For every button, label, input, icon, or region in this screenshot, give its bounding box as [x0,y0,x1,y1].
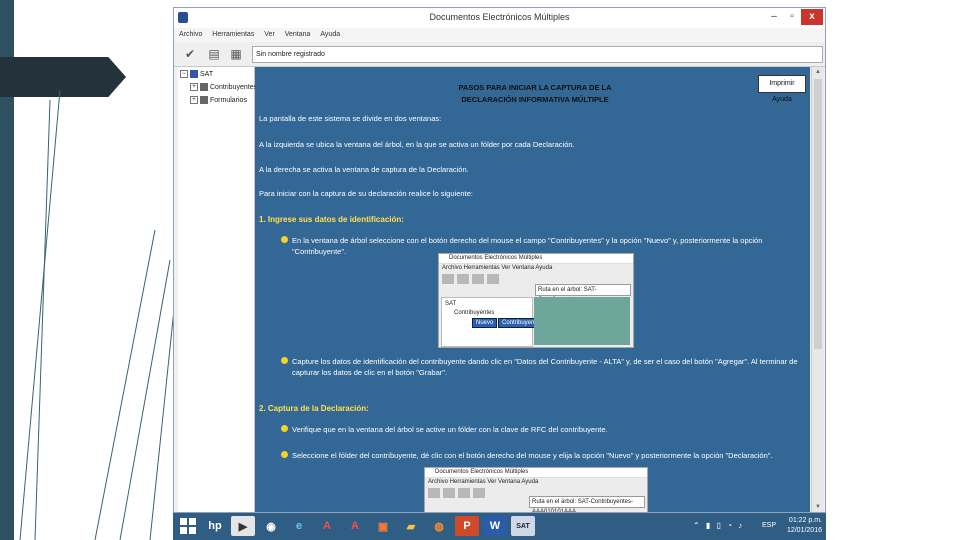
bullet-icon [281,236,288,243]
check-icon[interactable]: ✔ [180,45,200,63]
windows-logo-icon [180,518,196,534]
bullet-item: Capture los datos de identificación del … [281,356,801,378]
heading-line-2: DECLARACIÓN INFORMATIVA MÚLTIPLE [461,95,609,104]
shot-address: Ruta en el árbol: SAT-Contribuyentes-AAA… [529,496,645,512]
acrobat-icon[interactable]: A [315,516,339,536]
bullet-item: Seleccione el fólder del contribuyente, … [281,450,801,461]
shot-title: Documentos Electrónicos Múltiples [439,254,633,264]
minimize-button[interactable]: – [767,9,781,25]
shot-title: Documentos Electrónicos Múltiples [425,468,647,478]
firefox-icon[interactable]: ◍ [427,516,451,536]
pdf-icon[interactable]: ▣ [371,516,395,536]
title-bar: Documentos Electrónicos Múltiples – ▫ x [174,8,825,28]
language-indicator[interactable]: ESP [762,521,776,531]
menu-archivo[interactable]: Archivo [174,28,205,38]
menu-ventana[interactable]: Ventana [280,28,314,38]
shot-menu: Archivo Herramientas Ver Ventana Ayuda [442,265,553,271]
intro-text-4: Para iniciar con la captura de su declar… [259,189,473,198]
close-button[interactable]: x [801,9,823,25]
tree-item-label: Formularios [210,96,247,104]
windows-taskbar: hp ▶ ◉ e A A ▣ ▰ ◍ P W SAT ⌃ ▮ ▯ ◔ ♪ ESP… [173,513,826,540]
shot-address: Ruta en el árbol: SAT-Contribuyentes [535,284,631,303]
folder-icon [200,83,208,91]
menu-bar: Archivo Herramientas Ver Ventana Ayuda [174,28,825,42]
shot-tree: SAT Contribuyentes Nuevo Contribuyente [441,297,546,347]
folder-icon [200,96,208,104]
heading-line-1: PASOS PARA INICIAR LA CAPTURA DE LA [458,83,612,92]
tree-item-contribuyentes[interactable]: + Contribuyentes [190,83,257,91]
bullet-icon [281,357,288,364]
embedded-screenshot-1: Documentos Electrónicos Múltiples Archiv… [438,253,634,348]
vertical-scrollbar[interactable]: ▲ ▼ [811,67,824,512]
sat-app-icon[interactable]: SAT [511,516,535,536]
tree-root-label: SAT [200,70,214,78]
expand-icon[interactable]: + [190,83,198,91]
document-icon[interactable]: ▦ [226,45,246,63]
embedded-screenshot-2: Documentos Electrónicos Múltiples Archiv… [424,467,648,512]
scroll-thumb[interactable] [814,79,822,349]
intro-text-3: A la derecha se activa la ventana de cap… [259,165,469,174]
section-title-1: 1. Ingrese sus datos de identificación: [259,215,404,224]
hp-app-icon[interactable]: hp [203,516,227,536]
print-help-button[interactable]: Imprimir Ayuda [758,75,806,103]
tree-item-label: Contribuyentes [210,83,258,91]
print-icon[interactable]: ▤ [204,45,224,63]
sat-node-icon [190,70,198,78]
expand-icon[interactable]: + [190,96,198,104]
shot-context-new: Nuevo [472,318,498,328]
bullet-text: Capture los datos de identificación del … [292,357,798,377]
bullet-item: Verifique que en la ventana del árbol se… [281,424,801,435]
tree-root[interactable]: − SAT [180,70,213,78]
chrome-icon[interactable]: ◉ [259,516,283,536]
intro-text-1: La pantalla de este sistema se divide en… [259,114,442,123]
window-title: Documentos Electrónicos Múltiples [429,12,570,22]
shot-tree-item: Contribuyentes [454,310,495,316]
powerpoint-icon[interactable]: P [455,516,479,536]
shot-tree-root: SAT [445,301,457,307]
help-heading: PASOS PARA INICIAR LA CAPTURA DE LA DECL… [445,82,625,106]
clock-date: 12/01/2016 [786,527,822,534]
clock[interactable]: 01:22 p.m. 12/01/2016 [787,516,822,536]
scroll-down-icon[interactable]: ▼ [814,503,822,511]
bullet-text: Verifique que en la ventana del árbol se… [292,425,608,434]
internet-explorer-icon[interactable]: e [287,516,311,536]
maximize-button[interactable]: ▫ [785,9,799,25]
toolbar: ✔ ▤ ▦ Sin nombre registrado [174,42,825,67]
intro-text-2: A la izquierda se ubica la ventana del á… [259,140,575,149]
start-button[interactable] [177,516,199,536]
slide-decorative-lines [19,89,175,540]
media-player-icon[interactable]: ▶ [231,516,255,536]
bullet-icon [281,425,288,432]
word-icon[interactable]: W [483,516,507,536]
app-window: Documentos Electrónicos Múltiples – ▫ x … [173,7,826,513]
menu-ayuda[interactable]: Ayuda [315,28,343,38]
section-title-2: 2. Captura de la Declaración: [259,404,369,413]
bullet-text: Seleccione el fólder del contribuyente, … [292,451,773,460]
shot-capture-panel [534,297,630,345]
collapse-icon[interactable]: − [180,70,188,78]
tree-panel: − SAT + Contribuyentes + Formularios [178,67,257,512]
bullet-icon [281,451,288,458]
menu-herramientas[interactable]: Herramientas [207,28,257,38]
clock-time: 01:22 p.m. [788,517,822,524]
shot-menu: Archivo Herramientas Ver Ventana Ayuda [428,479,539,485]
tree-item-formularios[interactable]: + Formularios [190,96,247,104]
menu-ver[interactable]: Ver [259,28,278,38]
help-content-panel: Imprimir Ayuda PASOS PARA INICIAR LA CAP… [255,67,810,512]
acrobat-reader-icon[interactable]: A [343,516,367,536]
system-tray-icons[interactable]: ⌃ ▮ ▯ ◔ ♪ [693,521,744,530]
file-explorer-icon[interactable]: ▰ [399,516,423,536]
tree-path-field: Sin nombre registrado [252,46,823,63]
scroll-up-icon[interactable]: ▲ [814,68,822,76]
